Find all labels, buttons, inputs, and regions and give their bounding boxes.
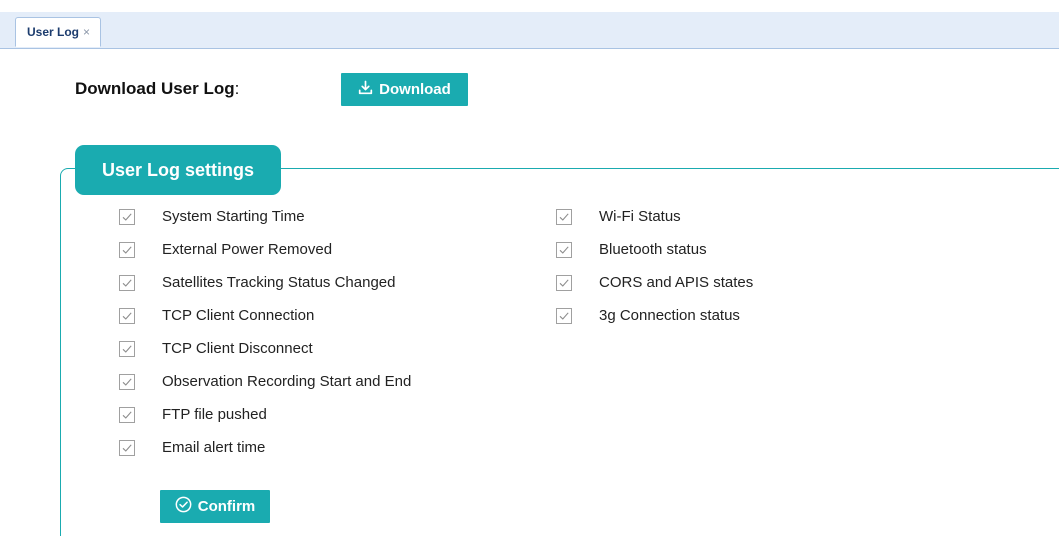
checkmark-icon	[122, 212, 132, 221]
checkmark-icon	[122, 278, 132, 287]
checkbox[interactable]	[556, 307, 572, 324]
checkbox-label: TCP Client Connection	[162, 307, 315, 324]
checkbox[interactable]	[119, 439, 135, 456]
checkmark-icon	[122, 410, 132, 419]
settings-title: User Log settings	[75, 145, 281, 195]
checkbox-label: Bluetooth status	[599, 241, 707, 258]
checkbox-row[interactable]: Bluetooth status	[556, 241, 707, 258]
checkbox-label: System Starting Time	[162, 208, 305, 225]
confirm-button-label: Confirm	[197, 498, 256, 515]
checkmark-icon	[559, 311, 569, 320]
checkmark-icon	[122, 443, 132, 452]
checkbox-row[interactable]: TCP Client Connection	[119, 307, 314, 324]
download-user-log-label: Download User Log:	[75, 79, 239, 99]
checkbox[interactable]	[119, 307, 135, 324]
confirm-button[interactable]: Confirm	[160, 490, 270, 523]
checkmark-icon	[559, 278, 569, 287]
checkbox-row[interactable]: External Power Removed	[119, 241, 332, 258]
close-icon[interactable]: ×	[83, 25, 90, 39]
checkbox[interactable]	[556, 208, 572, 225]
checkbox-label: FTP file pushed	[162, 406, 267, 423]
checkbox-label: Wi-Fi Status	[599, 208, 681, 225]
download-button-label: Download	[379, 81, 451, 98]
checkbox-label: 3g Connection status	[599, 307, 740, 324]
checkbox-row[interactable]: 3g Connection status	[556, 307, 740, 324]
checkbox[interactable]	[119, 241, 135, 258]
checkbox-row[interactable]: Email alert time	[119, 439, 265, 456]
checkbox-row[interactable]: Observation Recording Start and End	[119, 373, 411, 390]
checkbox-label: External Power Removed	[162, 241, 333, 258]
checkbox-row[interactable]: Wi-Fi Status	[556, 208, 681, 225]
checkbox[interactable]	[119, 274, 135, 291]
checkbox-label: Email alert time	[162, 439, 266, 456]
checkmark-icon	[559, 212, 569, 221]
checkbox-label: CORS and APIS states	[599, 274, 754, 291]
checkmark-icon	[122, 311, 132, 320]
checkbox[interactable]	[119, 208, 135, 225]
checkbox-row[interactable]: FTP file pushed	[119, 406, 267, 423]
checkmark-icon	[559, 245, 569, 254]
checkbox-row[interactable]: TCP Client Disconnect	[119, 340, 313, 357]
checkbox[interactable]	[119, 406, 135, 423]
checkmark-icon	[122, 344, 132, 353]
check-circle-icon	[175, 496, 192, 517]
checkbox[interactable]	[556, 241, 572, 258]
checkbox-row[interactable]: Satellites Tracking Status Changed	[119, 274, 395, 291]
checkmark-icon	[122, 245, 132, 254]
checkbox-row[interactable]: System Starting Time	[119, 208, 305, 225]
checkbox-label: Satellites Tracking Status Changed	[162, 274, 396, 291]
checkbox-label: TCP Client Disconnect	[162, 340, 313, 357]
checkbox[interactable]	[119, 340, 135, 357]
checkbox-row[interactable]: CORS and APIS states	[556, 274, 753, 291]
download-label-text: Download User Log	[75, 79, 235, 98]
checkbox[interactable]	[119, 373, 135, 390]
user-log-page: User Log × Download User Log: Download U…	[0, 0, 1059, 536]
download-icon	[358, 80, 373, 99]
checkmark-icon	[122, 377, 132, 386]
tab-bar: User Log ×	[0, 12, 1059, 49]
tab-label: User Log	[27, 25, 80, 39]
checkbox-label: Observation Recording Start and End	[162, 373, 412, 390]
tab-user-log[interactable]: User Log ×	[15, 17, 102, 47]
download-button[interactable]: Download	[341, 73, 468, 106]
download-label-colon: :	[234, 79, 240, 98]
checkbox[interactable]	[556, 274, 572, 291]
